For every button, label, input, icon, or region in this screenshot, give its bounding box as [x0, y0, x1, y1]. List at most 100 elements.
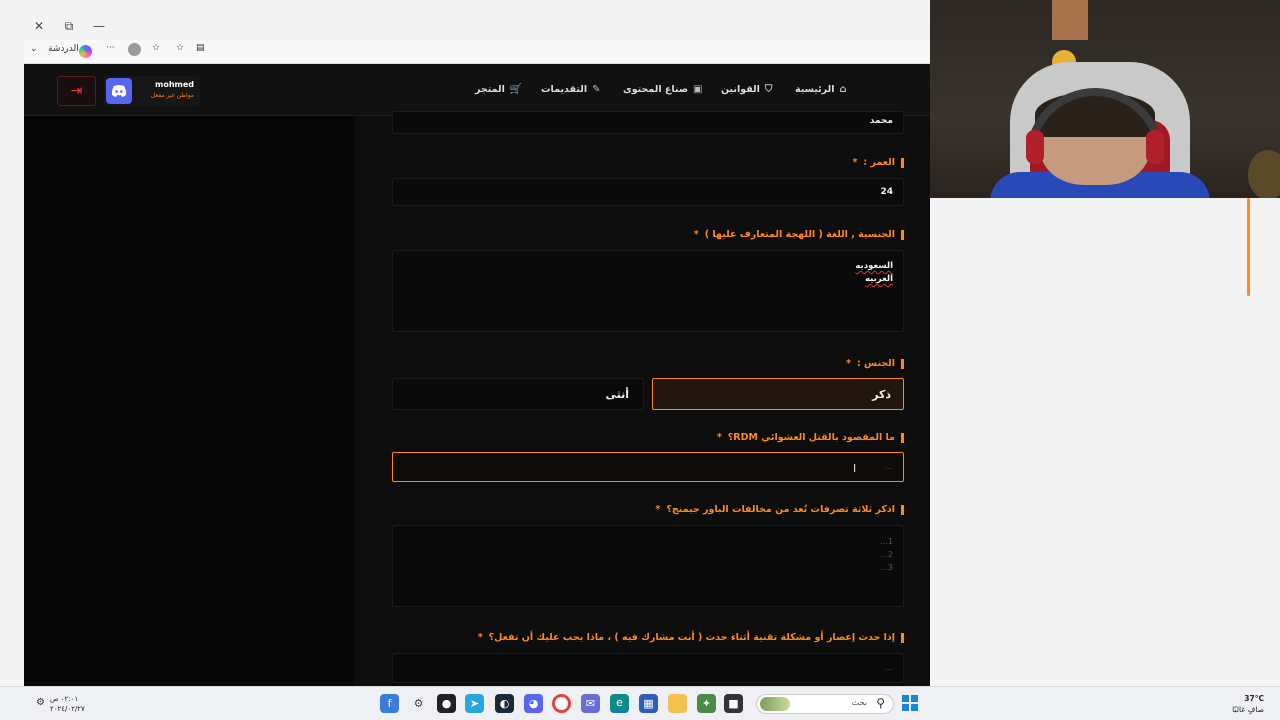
weather-widget[interactable]: 37°C صافٍ غالبًا: [1232, 693, 1264, 715]
mail-icon[interactable]: ✉: [581, 694, 600, 713]
nav-rules[interactable]: ⛉ القوانين: [721, 84, 772, 95]
terminal-icon[interactable]: ■: [724, 694, 743, 713]
app-icon[interactable]: f: [380, 694, 399, 713]
steam-icon[interactable]: ◐: [495, 694, 514, 713]
crash-input[interactable]: ...: [392, 653, 904, 683]
placeholder-line: 1...: [880, 537, 893, 546]
rdm-placeholder: ...: [885, 462, 893, 471]
store-icon[interactable]: ▦: [639, 694, 658, 713]
shield-icon: ⛉: [764, 84, 773, 95]
user-card[interactable]: mohmed مواطن غير مفعل: [104, 76, 200, 106]
nav-creators-label: صناع المحتوى: [623, 84, 689, 95]
age-required: *: [852, 157, 858, 168]
copilot-icon[interactable]: [79, 45, 92, 58]
wall-poster: [1052, 0, 1088, 40]
nav-home[interactable]: ⌂ الرئيسية: [795, 84, 847, 95]
nav-creators[interactable]: ▣ صناع المحتوى: [623, 84, 702, 95]
nav-applications[interactable]: ✎ التقديمات: [541, 84, 600, 95]
nationality-line: السعوديه: [855, 261, 893, 271]
page-scrollbar[interactable]: [1247, 198, 1250, 296]
settings-icon[interactable]: ⚙: [409, 694, 428, 713]
gender-option-male[interactable]: ذكر: [652, 378, 904, 410]
edit-icon: ✎: [592, 84, 601, 95]
taskbar-search[interactable]: بحث ⚲: [756, 694, 894, 714]
cart-icon: 🛒: [509, 84, 523, 95]
discord-icon: [106, 78, 132, 104]
powergaming-textarea[interactable]: 1... 2... 3...: [392, 525, 904, 607]
rdm-label-text: ما المقصود بالقتل العشوائي RDM؟: [727, 432, 895, 443]
crash-label: إذا حدث إعصار أو مشكلة تقنية أثناء حدث (…: [478, 632, 904, 643]
nav-store[interactable]: 🛒 المتجر: [475, 84, 522, 95]
application-form: محمد العمر : * 24 الجنسية , اللغة ( اللهج…: [354, 111, 930, 686]
profile-avatar[interactable]: [128, 43, 141, 56]
age-value: 24: [880, 187, 893, 197]
windows-start-icon[interactable]: [902, 695, 918, 711]
text-cursor-icon: I: [853, 462, 857, 475]
gender-label: الجنس : *: [846, 358, 904, 369]
discord-taskbar-icon[interactable]: ◕: [524, 694, 543, 713]
browser-titlebar: ✕ ⧉ —: [24, 12, 930, 40]
age-field[interactable]: 24: [392, 178, 904, 206]
edge-icon[interactable]: e: [610, 694, 629, 713]
clock-date: ٢٠٢٤/٠٢/٢٧: [50, 705, 85, 713]
chrome-icon[interactable]: [552, 694, 571, 713]
restore-icon: ⧉: [64, 18, 74, 33]
close-icon: ✕: [33, 19, 45, 33]
gender-required: *: [845, 358, 851, 369]
headset-earcup-right: [1146, 130, 1164, 164]
close-window-button[interactable]: ✕: [24, 12, 54, 40]
crash-label-text: إذا حدث إعصار أو مشكلة تقنية أثناء حدث (…: [488, 632, 895, 643]
logout-button[interactable]: ⇥: [57, 76, 96, 106]
placeholder-line: 2...: [880, 550, 893, 559]
rdm-label: ما المقصود بالقتل العشوائي RDM؟ *: [717, 432, 904, 443]
screen: ✕ ⧉ — ⌄ الدردشة ··· ☆ ☆ ▤ ⇥ mohmed مواطن…: [0, 0, 1280, 720]
crash-required: *: [477, 632, 483, 643]
chat-button[interactable]: الدردشة: [48, 44, 79, 54]
clock-time: ٠٢:٠١ ص: [50, 695, 79, 703]
home-icon: ⌂: [839, 84, 847, 95]
headset-earcup-left: [1026, 130, 1044, 164]
clock[interactable]: ٠٢:٠١ ص ٢٠٢٤/٠٢/٢٧: [50, 694, 85, 714]
gender-option-female-label: أنثى: [605, 387, 629, 401]
nationality-line: العربيه: [864, 274, 893, 284]
top-navigation: ⇥ mohmed مواطن غير مفعل 🛒 المتجر ✎ التقد…: [24, 64, 930, 116]
favorites-icon[interactable]: ☆: [152, 43, 160, 53]
chevron-down-icon[interactable]: ⌄: [30, 44, 38, 54]
nav-store-label: المتجر: [475, 84, 505, 95]
obs-icon[interactable]: ●: [437, 694, 456, 713]
website: ⇥ mohmed مواطن غير مفعل 🛒 المتجر ✎ التقد…: [24, 64, 930, 686]
username: mohmed: [154, 80, 194, 89]
nav-home-label: الرئيسية: [795, 84, 835, 95]
left-background: [24, 117, 354, 686]
minimize-icon: —: [93, 19, 105, 33]
nationality-label: الجنسية , اللغة ( اللهجة المتعارف عليها …: [694, 229, 904, 240]
nationality-textarea[interactable]: السعوديه العربيه: [392, 250, 904, 332]
minimize-window-button[interactable]: —: [84, 12, 114, 40]
telegram-icon[interactable]: ➤: [465, 694, 484, 713]
nav-applications-label: التقديمات: [541, 84, 588, 95]
restore-window-button[interactable]: ⧉: [54, 12, 84, 40]
name-field[interactable]: محمد: [392, 111, 904, 134]
gender-option-female[interactable]: أنثى: [392, 378, 644, 410]
more-icon[interactable]: ···: [106, 43, 115, 53]
user-role: مواطن غير مفعل: [150, 92, 194, 99]
form-column: محمد العمر : * 24 الجنسية , اللغة ( اللهج…: [392, 111, 904, 686]
age-label: العمر : *: [852, 157, 904, 168]
search-icon: ⚲: [876, 696, 885, 710]
temperature: 37°C: [1244, 694, 1264, 703]
nationality-required: *: [693, 229, 699, 240]
page-body: محمد العمر : * 24 الجنسية , اللغة ( اللهج…: [24, 111, 930, 686]
star-icon[interactable]: ☆: [176, 43, 184, 53]
reader-icon[interactable]: ▤: [196, 43, 205, 53]
app-icon[interactable]: ✦: [697, 694, 716, 713]
plant: [1248, 150, 1280, 198]
rdm-input[interactable]: ... I: [392, 452, 904, 482]
video-icon: ▣: [693, 84, 703, 95]
gender-option-male-label: ذكر: [872, 387, 891, 401]
name-value: محمد: [869, 116, 893, 126]
notification-icon[interactable]: ⚙: [36, 697, 45, 708]
folder-icon[interactable]: [668, 694, 687, 713]
age-label-text: العمر :: [863, 157, 895, 168]
nav-rules-label: القوانين: [721, 84, 760, 95]
nationality-label-text: الجنسية , اللغة ( اللهجة المتعارف عليها …: [704, 229, 895, 240]
